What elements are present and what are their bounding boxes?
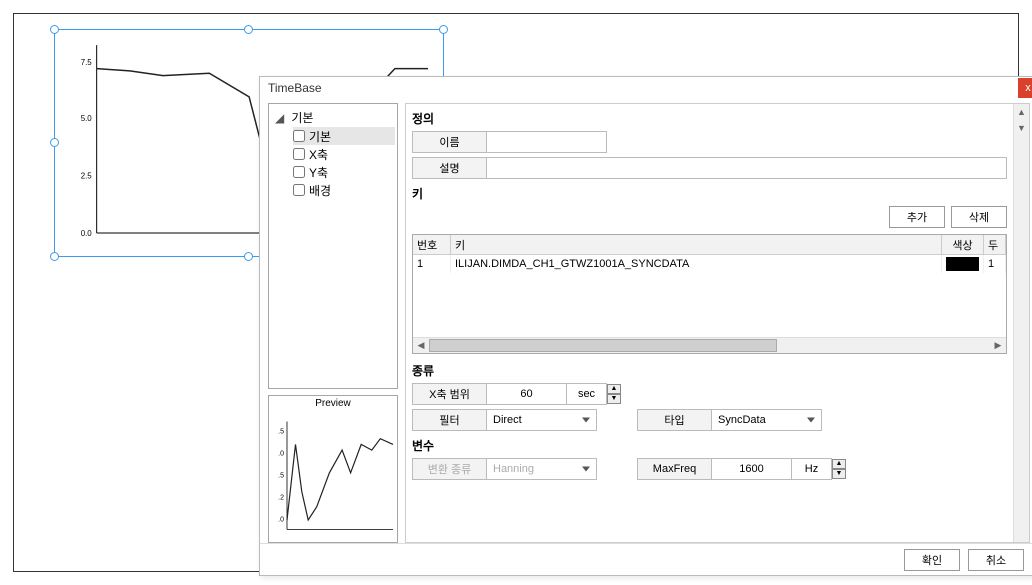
xrange-input[interactable] <box>487 383 567 405</box>
svg-text:0.0: 0.0 <box>81 229 93 238</box>
xrange-label: X축 범위 <box>412 383 487 405</box>
desc-label: 설명 <box>412 157 487 179</box>
transform-label: 변환 종류 <box>412 458 487 480</box>
xrange-unit: sec <box>567 383 607 405</box>
cell-key: ILIJAN.DIMDA_CH1_GTWZ1001A_SYNCDATA <box>451 255 942 273</box>
resize-handle-nw[interactable] <box>50 25 59 34</box>
cell-th: 1 <box>984 255 1006 273</box>
tree-root-label[interactable]: 기본 <box>288 108 316 127</box>
col-header-color[interactable]: 색상 <box>942 235 984 254</box>
tree-item[interactable]: X축 <box>293 145 395 163</box>
spinner-up-icon[interactable]: ▲ <box>607 384 621 394</box>
desc-input[interactable] <box>487 157 1007 179</box>
transform-select: Hanning <box>487 458 597 480</box>
svg-text:.2: .2 <box>278 495 284 502</box>
preview-chart-svg: .5 .0 .5 .2 .0 <box>271 413 395 540</box>
scroll-right-icon[interactable]: ▶ <box>990 338 1006 353</box>
maxfreq-label: MaxFreq <box>637 458 712 480</box>
svg-text:5.0: 5.0 <box>81 114 93 123</box>
grid-horizontal-scrollbar[interactable]: ◀ ▶ <box>413 337 1006 353</box>
form-vertical-scrollbar[interactable]: ▲ ▼ <box>1013 104 1029 542</box>
section-variable-title: 변수 <box>412 437 1007 454</box>
section-definition-title: 정의 <box>412 110 1007 127</box>
maxfreq-spinner[interactable]: ▲ ▼ <box>832 459 846 479</box>
svg-text:2.5: 2.5 <box>81 172 93 181</box>
datatype-label: 타입 <box>637 409 712 431</box>
datatype-select[interactable]: SyncData <box>712 409 822 431</box>
cell-no: 1 <box>413 255 451 273</box>
tree-checkbox[interactable] <box>293 148 305 160</box>
property-tree[interactable]: ◢ 기본 기본X축Y축배경 <box>268 103 398 389</box>
svg-text:.5: .5 <box>278 473 284 480</box>
ok-button[interactable]: 확인 <box>904 549 960 571</box>
preview-panel: Preview .5 .0 .5 .2 .0 <box>268 395 398 543</box>
col-header-th[interactable]: 두 <box>984 235 1006 254</box>
section-key-title: 키 <box>412 185 1007 202</box>
svg-text:7.5: 7.5 <box>81 58 93 67</box>
preview-title: Preview <box>269 396 397 411</box>
scroll-down-icon[interactable]: ▼ <box>1014 120 1029 136</box>
dialog-titlebar[interactable]: TimeBase x <box>260 77 1032 99</box>
section-type-title: 종류 <box>412 362 1007 379</box>
scroll-left-icon[interactable]: ◀ <box>413 338 429 353</box>
resize-handle-w[interactable] <box>50 138 59 147</box>
tree-item-label: 배경 <box>309 182 331 199</box>
resize-handle-n[interactable] <box>244 25 253 34</box>
canvas-frame: 0.0 2.5 5.0 7.5 TimeBase x ◢ 기본 기본X축Y축배경 <box>13 13 1019 572</box>
maxfreq-unit: Hz <box>792 458 832 480</box>
tree-item-label: X축 <box>309 146 328 163</box>
key-grid[interactable]: 번호 키 색상 두 1ILIJAN.DIMDA_CH1_GTWZ1001A_SY… <box>412 234 1007 354</box>
col-header-key[interactable]: 키 <box>451 235 942 254</box>
resize-handle-ne[interactable] <box>439 25 448 34</box>
tree-collapse-icon[interactable]: ◢ <box>275 111 285 125</box>
resize-handle-s[interactable] <box>244 252 253 261</box>
tree-item-label: 기본 <box>309 128 331 145</box>
add-button[interactable]: 추가 <box>889 206 945 228</box>
cell-color[interactable] <box>942 255 984 273</box>
svg-text:.0: .0 <box>278 517 284 524</box>
cancel-button[interactable]: 취소 <box>968 549 1024 571</box>
name-label: 이름 <box>412 131 487 153</box>
tree-checkbox[interactable] <box>293 166 305 178</box>
svg-text:.5: .5 <box>278 429 284 436</box>
col-header-no[interactable]: 번호 <box>413 235 451 254</box>
dialog-title: TimeBase <box>268 81 322 95</box>
scroll-thumb[interactable] <box>429 339 777 352</box>
scroll-up-icon[interactable]: ▲ <box>1014 104 1029 120</box>
tree-item[interactable]: 기본 <box>293 127 395 145</box>
tree-item[interactable]: Y축 <box>293 163 395 181</box>
xrange-spinner[interactable]: ▲ ▼ <box>607 384 621 404</box>
delete-button[interactable]: 삭제 <box>951 206 1007 228</box>
name-input[interactable] <box>487 131 607 153</box>
spinner-down-icon[interactable]: ▼ <box>832 469 846 479</box>
table-row[interactable]: 1ILIJAN.DIMDA_CH1_GTWZ1001A_SYNCDATA1 <box>413 255 1006 273</box>
tree-item-label: Y축 <box>309 164 328 181</box>
spinner-up-icon[interactable]: ▲ <box>832 459 846 469</box>
tree-item[interactable]: 배경 <box>293 181 395 199</box>
filter-select[interactable]: Direct <box>487 409 597 431</box>
maxfreq-input[interactable] <box>712 458 792 480</box>
tree-checkbox[interactable] <box>293 184 305 196</box>
timebase-dialog: TimeBase x ◢ 기본 기본X축Y축배경 Preview <box>259 76 1032 576</box>
filter-label: 필터 <box>412 409 487 431</box>
tree-checkbox[interactable] <box>293 130 305 142</box>
close-icon[interactable]: x <box>1018 78 1032 98</box>
svg-text:.0: .0 <box>278 451 284 458</box>
spinner-down-icon[interactable]: ▼ <box>607 394 621 404</box>
resize-handle-sw[interactable] <box>50 252 59 261</box>
